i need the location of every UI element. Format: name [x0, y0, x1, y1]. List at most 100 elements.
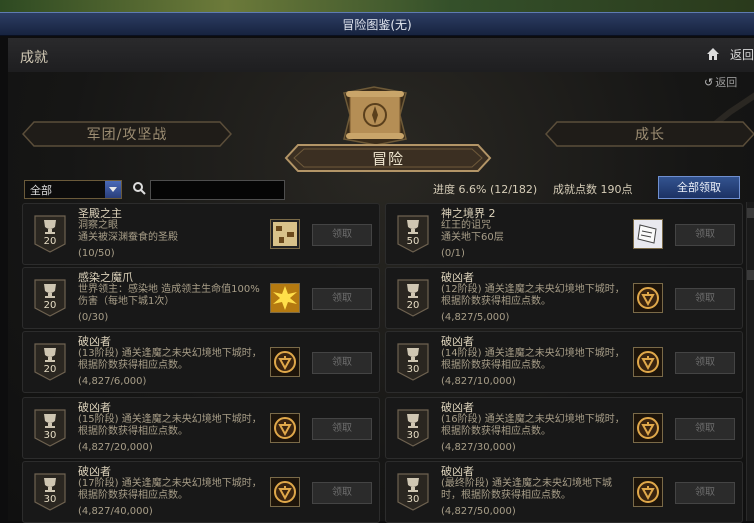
trophy-badge-icon: 20	[33, 278, 67, 318]
back-button[interactable]: 返回	[730, 46, 754, 63]
trophy-badge-icon: 30	[396, 342, 430, 382]
trophy-badge-icon: 30	[396, 408, 430, 448]
map-icon	[270, 219, 300, 249]
sub-back-button[interactable]: ↺ 返回	[704, 74, 737, 90]
category-select-value: 全部	[30, 184, 52, 197]
scroll-up-arrow[interactable]	[747, 208, 754, 218]
claim-button[interactable]: 领取	[675, 288, 735, 310]
page-title: 成就	[20, 50, 48, 66]
achievement-description: 洞察之眼 通关被深渊蚕食的圣殿	[78, 220, 178, 243]
search-input[interactable]	[150, 180, 285, 200]
achievement-card: 30 破凶者 (15阶段) 通关逢魔之未央幻境地下城时，根据阶数获得相应点数。 (4,…	[22, 397, 380, 459]
achievement-card: 30 破凶者 (17阶段) 通关逢魔之未央幻境地下城时，根据阶数获得相应点数。 (4,…	[22, 461, 380, 523]
achievement-card: 30 破凶者 (16阶段) 通关逢魔之未央幻境地下城时，根据阶数获得相应点数。 (4,…	[385, 397, 743, 459]
window-title: 冒险图鉴(无)	[342, 18, 412, 32]
emblem-icon	[270, 477, 300, 507]
claim-button[interactable]: 领取	[675, 224, 735, 246]
claim-button[interactable]: 领取	[312, 418, 372, 440]
achievement-points: 50	[406, 236, 420, 247]
achievement-name: 圣殿之主	[78, 207, 122, 220]
emblem-icon	[633, 347, 663, 377]
claim-button[interactable]: 领取	[312, 224, 372, 246]
burst-icon	[270, 283, 300, 313]
category-select[interactable]: 全部	[24, 180, 122, 199]
achievement-name: 破凶者	[441, 401, 474, 414]
achievement-name: 破凶者	[441, 271, 474, 284]
game-scene-strip	[0, 0, 754, 12]
trophy-badge-icon: 20	[33, 214, 67, 254]
achievement-card: 30 破凶者 (最终阶段) 通关逢魔之未央幻境地下城时，根据阶数获得相应点数。 (4,…	[385, 461, 743, 523]
achievement-points: 20	[43, 364, 57, 375]
achievement-points-text: 成就点数 190点	[553, 183, 633, 196]
achievement-description: (14阶段) 通关逢魔之未央幻境地下城时，根据阶数获得相应点数。	[441, 348, 625, 371]
achievement-name: 破凶者	[78, 401, 111, 414]
achievement-name: 破凶者	[441, 335, 474, 348]
trophy-badge-icon: 50	[396, 214, 430, 254]
trophy-badge-icon: 30	[33, 472, 67, 512]
trophy-badge-icon: 20	[33, 342, 67, 382]
achievement-progress: (4,827/5,000)	[441, 312, 510, 323]
achievement-description: 世界领主：感染地 造成领主生命值100%伤害（每地下城1次）	[78, 284, 260, 307]
header-bar: 成就 返回	[8, 38, 754, 73]
return-icon: ↺	[704, 76, 714, 89]
achievement-card: 20 破凶者 (13阶段) 通关逢魔之未央幻境地下城时，根据阶数获得相应点数。 (4,…	[22, 331, 380, 393]
achievement-points: 20	[43, 300, 57, 311]
sub-back-label: 返回	[715, 76, 738, 89]
window-titlebar[interactable]: 冒险图鉴(无)	[0, 12, 754, 36]
claim-all-button[interactable]: 全部领取	[658, 176, 740, 199]
scroll-icon	[633, 219, 663, 249]
achievement-description: 红王的诅咒 通关地下60层	[441, 220, 504, 243]
achievement-description: (13阶段) 通关逢魔之未央幻境地下城时，根据阶数获得相应点数。	[78, 348, 262, 371]
achievement-progress: (4,827/20,000)	[78, 442, 153, 453]
achievement-card: 20 破凶者 (12阶段) 通关逢魔之未央幻境地下城时，根据阶数获得相应点数。 (4,…	[385, 267, 743, 329]
achievement-description: (12阶段) 通关逢魔之未央幻境地下城时，根据阶数获得相应点数。	[441, 284, 625, 307]
achievement-progress: (4,827/50,000)	[441, 506, 516, 517]
achievement-description: (15阶段) 通关逢魔之未央幻境地下城时，根据阶数获得相应点数。	[78, 414, 262, 437]
achievement-progress: (4,827/30,000)	[441, 442, 516, 453]
emblem-icon	[633, 413, 663, 443]
trophy-badge-icon: 30	[396, 472, 430, 512]
achievement-progress: (4,827/40,000)	[78, 506, 153, 517]
achievement-name: 感染之魔爪	[78, 271, 133, 284]
achievement-points: 30	[406, 494, 420, 505]
emblem-icon	[633, 477, 663, 507]
emblem-icon	[270, 413, 300, 443]
achievement-points: 30	[406, 364, 420, 375]
tab-growth[interactable]: 成长	[545, 121, 754, 147]
tab-adventure[interactable]: 冒险	[284, 143, 492, 173]
tab-legion[interactable]: 军团/攻坚战	[22, 121, 232, 147]
chevron-down-icon[interactable]	[105, 181, 121, 198]
progress-text: 进度 6.6% (12/182)	[433, 183, 538, 196]
achievement-points: 30	[43, 494, 57, 505]
claim-button[interactable]: 领取	[312, 352, 372, 374]
home-icon[interactable]	[706, 47, 720, 61]
claim-button[interactable]: 领取	[312, 482, 372, 504]
tab-adventure-label: 冒险	[371, 149, 404, 168]
achievement-card: 20 感染之魔爪 世界领主：感染地 造成领主生命值100%伤害（每地下城1次） (0/…	[22, 267, 380, 329]
achievement-name: 破凶者	[441, 465, 474, 478]
scrollbar[interactable]	[746, 202, 754, 521]
claim-button[interactable]: 领取	[675, 418, 735, 440]
achievement-card: 50 神之境界 2 红王的诅咒 通关地下60层 (0/1) 领取	[385, 203, 743, 265]
achievement-progress: (0/30)	[78, 312, 109, 323]
achievement-name: 神之境界 2	[441, 207, 496, 220]
achievement-description: (16阶段) 通关逢魔之未央幻境地下城时，根据阶数获得相应点数。	[441, 414, 625, 437]
adventure-scroll-icon	[343, 86, 407, 146]
achievement-description: (最终阶段) 通关逢魔之未央幻境地下城时，根据阶数获得相应点数。	[441, 478, 612, 501]
trophy-badge-icon: 30	[33, 408, 67, 448]
claim-button[interactable]: 领取	[675, 352, 735, 374]
tab-legion-label: 军团/攻坚战	[86, 127, 168, 143]
achievement-card: 30 破凶者 (14阶段) 通关逢魔之未央幻境地下城时，根据阶数获得相应点数。 (4,…	[385, 331, 743, 393]
achievement-progress: (0/1)	[441, 248, 465, 259]
scroll-thumb[interactable]	[747, 270, 754, 280]
achievement-name: 破凶者	[78, 335, 111, 348]
achievement-progress: (4,827/10,000)	[441, 376, 516, 387]
achievement-description: (17阶段) 通关逢魔之未央幻境地下城时，根据阶数获得相应点数。	[78, 478, 262, 501]
claim-button[interactable]: 领取	[312, 288, 372, 310]
claim-button[interactable]: 领取	[675, 482, 735, 504]
achievement-points: 30	[406, 430, 420, 441]
achievement-progress: (10/50)	[78, 248, 115, 259]
achievement-name: 破凶者	[78, 465, 111, 478]
achievement-points: 20	[406, 300, 420, 311]
emblem-icon	[633, 283, 663, 313]
